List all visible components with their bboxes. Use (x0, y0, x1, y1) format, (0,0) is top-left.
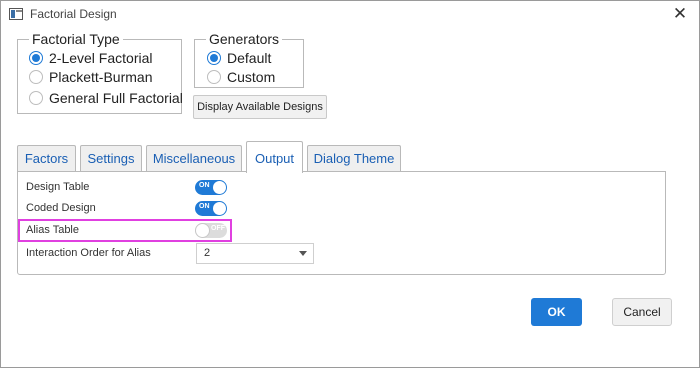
tab-factors[interactable]: Factors (17, 145, 76, 172)
app-window-icon (9, 8, 23, 20)
chevron-down-icon (299, 251, 307, 256)
interaction-order-select[interactable]: 2 (196, 243, 314, 264)
radio-label: 2-Level Factorial (49, 50, 153, 66)
close-icon[interactable]: ✕ (669, 4, 691, 24)
cancel-button[interactable]: Cancel (612, 298, 672, 326)
design-table-toggle[interactable]: ON (195, 180, 227, 195)
display-available-designs-button[interactable]: Display Available Designs (193, 95, 327, 119)
factorial-design-dialog: Factorial Design ✕ Factorial Type 2-Leve… (0, 0, 700, 368)
select-value: 2 (204, 247, 211, 259)
interaction-order-label: Interaction Order for Alias (26, 247, 151, 259)
radio-2-level-factorial[interactable]: 2-Level Factorial (29, 50, 153, 66)
radio-label: Plackett-Burman (49, 69, 153, 85)
factorial-type-legend: Factorial Type (32, 31, 120, 47)
radio-button[interactable] (29, 70, 43, 84)
radio-button-checked[interactable] (29, 51, 43, 65)
radio-label: Default (227, 50, 272, 66)
design-table-label: Design Table (26, 181, 90, 193)
radio-plackett-burman[interactable]: Plackett-Burman (29, 69, 152, 85)
radio-button[interactable] (29, 91, 43, 105)
coded-design-toggle[interactable]: ON (195, 201, 227, 216)
toggle-knob (213, 202, 226, 215)
toggle-knob (196, 224, 209, 237)
tab-output[interactable]: Output (246, 141, 303, 173)
alias-table-toggle[interactable]: OFF (195, 223, 227, 238)
alias-table-label: Alias Table (26, 224, 79, 236)
toggle-state-text: OFF (211, 225, 225, 232)
tab-dialog-theme[interactable]: Dialog Theme (307, 145, 401, 172)
generators-legend: Generators (209, 31, 280, 47)
radio-default[interactable]: Default (207, 50, 271, 66)
radio-custom[interactable]: Custom (207, 69, 275, 85)
radio-button[interactable] (207, 70, 221, 84)
toggle-state-text: ON (199, 182, 210, 189)
radio-label: Custom (227, 69, 276, 85)
radio-general-full-factorial[interactable]: General Full Factorial (29, 90, 183, 106)
radio-button-checked[interactable] (207, 51, 221, 65)
ok-button[interactable]: OK (531, 298, 582, 326)
coded-design-label: Coded Design (26, 202, 96, 214)
radio-label: General Full Factorial (49, 90, 183, 106)
title-bar: Factorial Design ✕ (1, 1, 699, 28)
tab-miscellaneous[interactable]: Miscellaneous (146, 145, 242, 172)
toggle-state-text: ON (199, 203, 210, 210)
tab-settings[interactable]: Settings (80, 145, 142, 172)
toggle-knob (213, 181, 226, 194)
window-title: Factorial Design (30, 7, 117, 21)
